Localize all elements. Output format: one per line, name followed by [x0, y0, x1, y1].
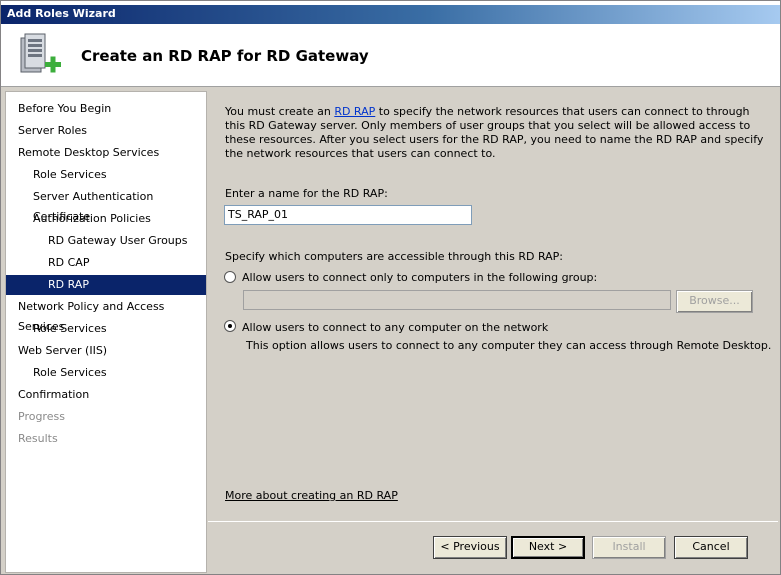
option-any-computer-description: This option allows users to connect to a…: [246, 339, 772, 352]
step-rds-role-services[interactable]: Role Services: [6, 165, 206, 185]
wizard-content: You must create an RD RAP to specify the…: [208, 91, 778, 521]
install-button: Install: [592, 536, 666, 559]
wizard-footer: < Previous Next > Install Cancel: [208, 521, 778, 573]
wizard-window: Add Roles Wizard Create an RD RAP for RD…: [0, 0, 781, 575]
computers-label: Specify which computers are accessible t…: [225, 250, 564, 263]
next-button[interactable]: Next >: [511, 536, 585, 559]
browse-button: Browse...: [676, 290, 753, 313]
option-any-computer-label[interactable]: Allow users to connect to any computer o…: [242, 321, 548, 334]
step-rd-cap[interactable]: RD CAP: [6, 253, 206, 273]
option-computer-group-label: Allow users to connect only to computers…: [242, 271, 598, 284]
step-results: Results: [18, 432, 58, 445]
computer-group-input: [243, 290, 671, 310]
step-progress: Progress: [18, 410, 65, 423]
step-network-policy-access-services[interactable]: Network Policy and Access Services: [6, 297, 206, 333]
radio-computer-group[interactable]: [224, 271, 236, 283]
step-authorization-policies[interactable]: Authorization Policies: [6, 209, 206, 229]
more-about-rd-rap-link[interactable]: More about creating an RD RAP: [225, 489, 398, 502]
step-remote-desktop-services[interactable]: Remote Desktop Services: [6, 143, 206, 163]
cancel-button[interactable]: Cancel: [674, 536, 748, 559]
window-title: Add Roles Wizard: [7, 7, 116, 20]
previous-button[interactable]: < Previous: [433, 536, 507, 559]
step-confirmation[interactable]: Confirmation: [6, 385, 206, 405]
radio-any-computer[interactable]: [224, 320, 236, 332]
step-rd-gateway-user-groups[interactable]: RD Gateway User Groups: [6, 231, 206, 251]
rap-name-input[interactable]: TS_RAP_01: [224, 205, 472, 225]
step-server-roles[interactable]: Server Roles: [6, 121, 206, 141]
step-npas-role-services[interactable]: Role Services: [6, 319, 206, 339]
title-bar[interactable]: Add Roles Wizard: [1, 5, 780, 24]
step-server-authentication-certificate[interactable]: Server Authentication Certificate: [6, 187, 206, 223]
step-iis-role-services[interactable]: Role Services: [6, 363, 206, 383]
intro-text-before: You must create an: [225, 105, 335, 118]
server-add-icon: [20, 33, 61, 73]
step-web-server-iis[interactable]: Web Server (IIS): [6, 341, 206, 361]
wizard-header: Create an RD RAP for RD Gateway: [1, 24, 780, 87]
intro-text: You must create an RD RAP to specify the…: [225, 105, 765, 161]
step-rd-rap[interactable]: RD RAP: [6, 275, 206, 295]
rd-rap-link[interactable]: RD RAP: [334, 105, 375, 118]
step-before-you-begin[interactable]: Before You Begin: [6, 99, 206, 119]
rap-name-label: Enter a name for the RD RAP:: [225, 187, 388, 200]
page-title: Create an RD RAP for RD Gateway: [81, 47, 369, 65]
wizard-steps-sidebar: Before You Begin Server Roles Remote Des…: [5, 91, 207, 573]
